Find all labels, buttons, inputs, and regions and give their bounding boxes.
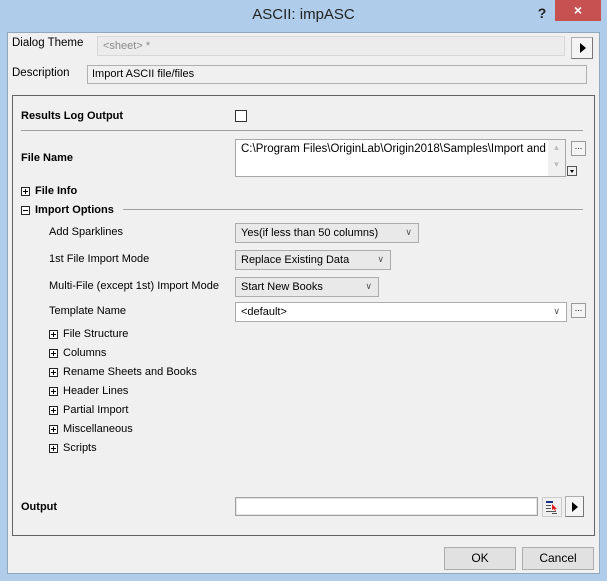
multi-file-import-mode-value: Start New Books (241, 281, 323, 293)
expand-icon[interactable] (49, 349, 58, 358)
template-name-label: Template Name (49, 305, 127, 317)
scroll-up-icon: ▲ (552, 143, 561, 152)
title-bar: ASCII: impASC ? × (0, 0, 607, 32)
subgroup-label: Header Lines (63, 385, 129, 397)
help-button[interactable]: ? (532, 2, 552, 24)
add-sparklines-label: Add Sparklines (49, 226, 123, 238)
results-log-checkbox[interactable] (235, 110, 247, 122)
subgroup-label: Scripts (63, 442, 97, 454)
dialog-theme-field[interactable]: <sheet> * (97, 36, 565, 56)
file-name-value: C:\Program Files\OriginLab\Origin2018\Sa… (241, 143, 566, 155)
expand-icon[interactable] (49, 425, 58, 434)
chevron-down-icon: ∨ (365, 281, 372, 291)
expand-icon[interactable] (49, 368, 58, 377)
window-title: ASCII: impASC (252, 6, 355, 23)
first-file-import-mode-value: Replace Existing Data (241, 254, 350, 266)
group-divider (123, 209, 583, 210)
subgroup-label: Columns (63, 347, 107, 359)
subgroup-label: Rename Sheets and Books (63, 366, 197, 378)
file-name-scrollbar[interactable]: ▲ ▼ (548, 140, 565, 176)
results-log-label: Results Log Output (21, 110, 124, 122)
add-sparklines-select[interactable]: Yes(if less than 50 columns) ∨ (235, 223, 419, 243)
subgroup-label: File Structure (63, 328, 129, 340)
chevron-down-icon: ∨ (377, 254, 384, 264)
first-file-import-mode-select[interactable]: Replace Existing Data ∨ (235, 250, 391, 270)
file-name-field[interactable]: C:\Program Files\OriginLab\Origin2018\Sa… (235, 139, 566, 177)
output-label: Output (21, 501, 58, 513)
select-range-button[interactable] (542, 497, 562, 517)
first-file-import-mode-label: 1st File Import Mode (49, 253, 150, 265)
chevron-down-icon: ∨ (405, 227, 412, 237)
scroll-down-icon: ▼ (552, 160, 561, 169)
file-info-label[interactable]: File Info (35, 185, 77, 197)
chevron-down-icon: ∨ (553, 306, 560, 316)
theme-menu-button[interactable] (571, 37, 593, 59)
subgroup-label: Miscellaneous (63, 423, 133, 435)
import-options-collapse-icon[interactable] (21, 206, 30, 215)
divider (21, 130, 583, 131)
template-name-select[interactable]: <default> ∨ (235, 302, 567, 322)
file-browse-button[interactable]: ... (571, 141, 586, 156)
import-options-label[interactable]: Import Options (35, 204, 114, 216)
description-field: Import ASCII file/files (87, 65, 587, 84)
expand-icon[interactable] (49, 406, 58, 415)
multi-file-import-mode-label: Multi-File (except 1st) Import Mode (49, 280, 219, 292)
ok-button[interactable]: OK (444, 547, 516, 570)
cancel-button[interactable]: Cancel (522, 547, 594, 570)
file-history-dropdown[interactable] (567, 166, 577, 176)
dialog-theme-label: Dialog Theme (12, 37, 84, 49)
multi-file-import-mode-select[interactable]: Start New Books ∨ (235, 277, 379, 297)
dialog-body: Dialog Theme <sheet> * Description Impor… (7, 32, 600, 574)
file-name-label: File Name (21, 152, 73, 164)
template-browse-button[interactable]: ... (571, 303, 586, 318)
output-menu-button[interactable] (565, 496, 584, 517)
play-arrow-icon (572, 502, 578, 512)
template-name-value: <default> (241, 306, 287, 318)
add-sparklines-value: Yes(if less than 50 columns) (241, 227, 379, 239)
select-range-icon (546, 501, 557, 514)
settings-panel: Results Log Output File Name C:\Program … (12, 95, 595, 536)
description-label: Description (12, 67, 70, 79)
close-button[interactable]: × (555, 0, 601, 21)
file-info-expand-icon[interactable] (21, 187, 30, 196)
expand-icon[interactable] (49, 444, 58, 453)
dropdown-arrow-icon (570, 170, 574, 173)
expand-icon[interactable] (49, 330, 58, 339)
expand-icon[interactable] (49, 387, 58, 396)
play-arrow-icon (580, 43, 586, 53)
output-field[interactable] (235, 497, 538, 516)
subgroup-label: Partial Import (63, 404, 129, 416)
